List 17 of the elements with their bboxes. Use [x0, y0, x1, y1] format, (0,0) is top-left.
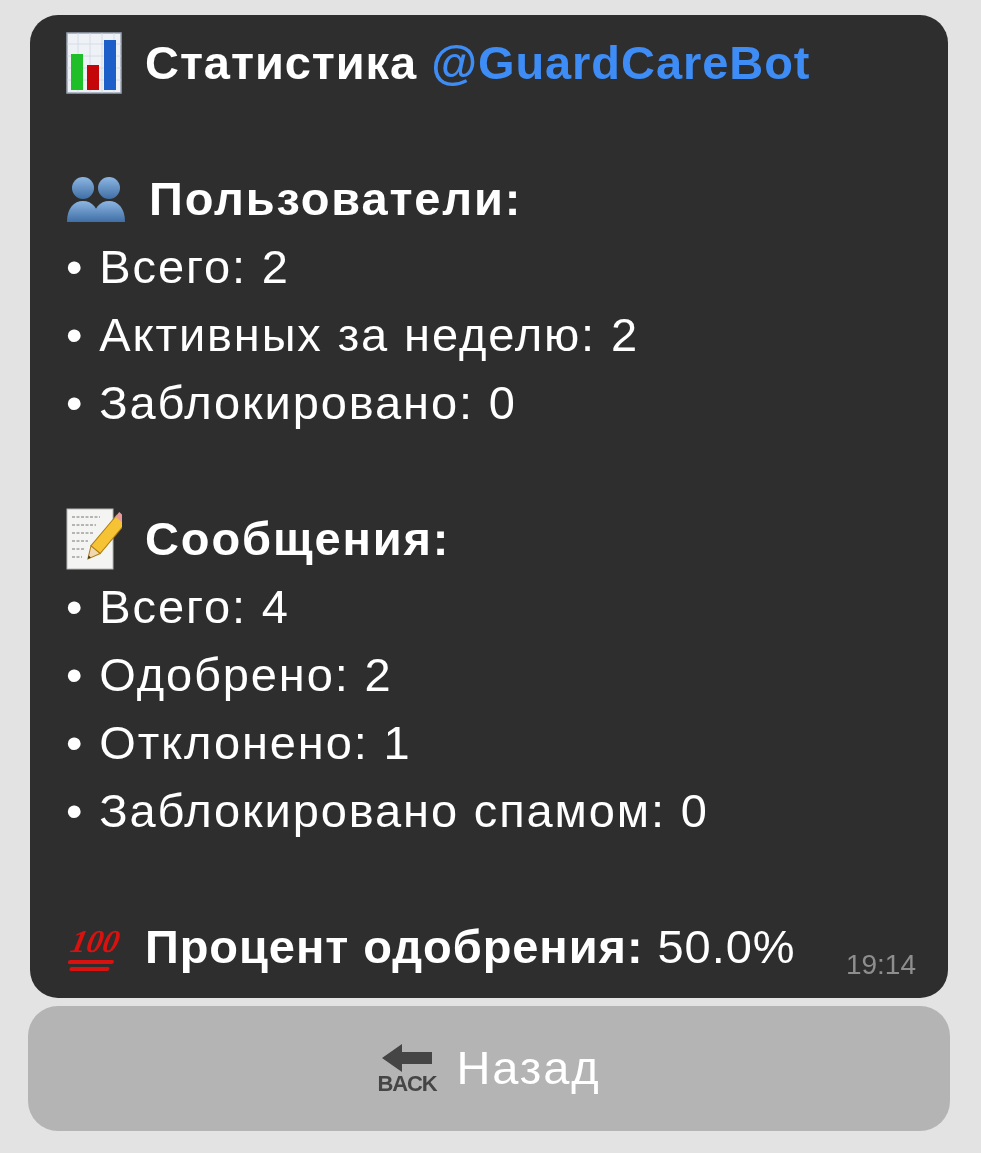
- stat-line: • Активных за неделю: 2: [66, 307, 640, 363]
- bar-chart-icon: [66, 32, 122, 94]
- stat-line: • Одобрено: 2: [66, 647, 394, 703]
- stat-line: • Всего: 2: [66, 239, 291, 295]
- stat-line: • Всего: 4: [66, 579, 291, 635]
- approval-rate-text: Процент одобрения: 50.0%: [145, 919, 796, 975]
- stat-line: • Заблокировано: 0: [66, 375, 518, 431]
- memo-with-pencil-icon: [66, 508, 122, 570]
- message-title: Статистика @GuardCareBot: [145, 35, 811, 91]
- section-heading: Пользователи:: [149, 171, 523, 227]
- section-heading: Сообщения:: [145, 511, 451, 567]
- mention-link[interactable]: @GuardCareBot: [431, 36, 811, 89]
- back-button[interactable]: BACK Назад: [28, 1006, 950, 1131]
- message-time: 19:14: [845, 951, 916, 979]
- users-icon: [66, 174, 126, 224]
- stat-line: • Заблокировано спамом: 0: [66, 783, 710, 839]
- stat-line: • Отклонено: 1: [66, 715, 413, 771]
